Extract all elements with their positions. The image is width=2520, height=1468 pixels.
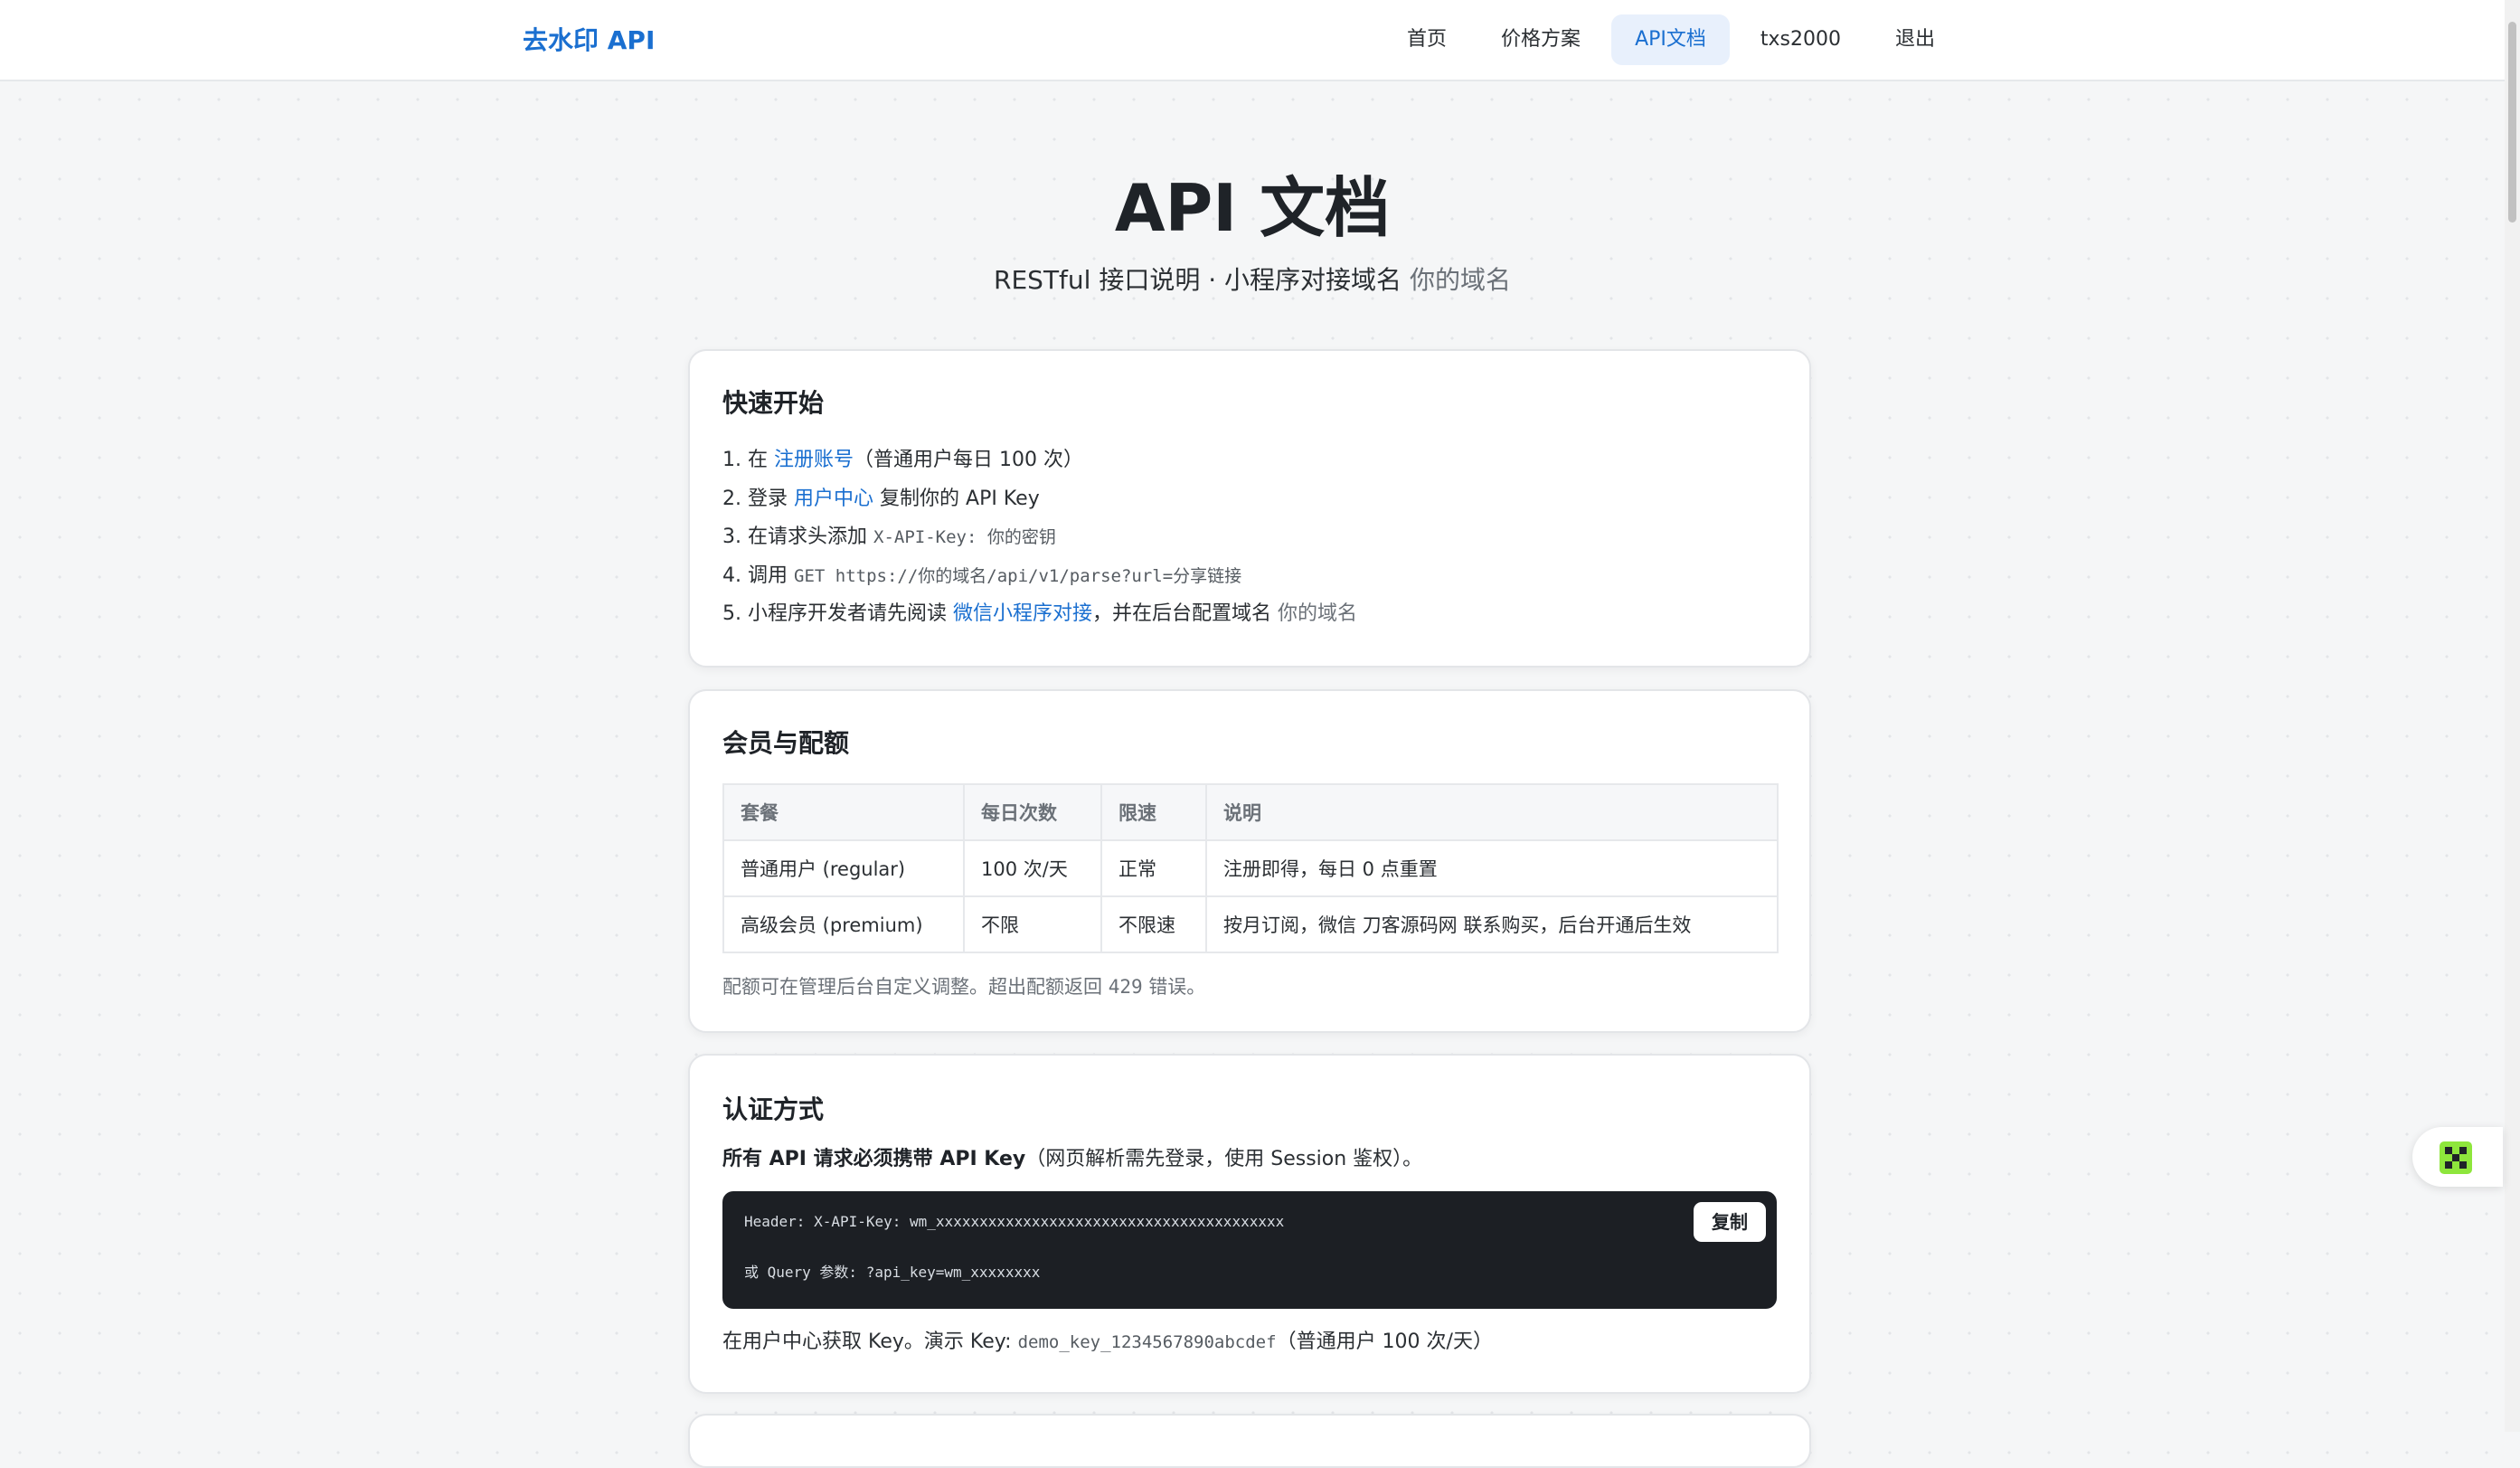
- table-cell: 按月订阅，微信 刀客源码网 联系购买，后台开通后生效: [1205, 895, 1779, 953]
- auth-card: 认证方式 所有 API 请求必须携带 API Key（网页解析需先登录，使用 S…: [688, 1054, 1811, 1394]
- wechat-miniprogram-link[interactable]: 微信小程序对接: [953, 602, 1092, 625]
- nav-pricing[interactable]: 价格方案: [1477, 14, 1604, 65]
- col-daily-count: 每日次数: [963, 783, 1102, 841]
- nav-links: 首页 价格方案 API文档 txs2000 退出: [1383, 14, 1958, 65]
- table-cell: 注册即得，每日 0 点重置: [1205, 839, 1779, 897]
- auth-heading: 认证方式: [722, 1094, 825, 1124]
- auth-description: 所有 API 请求必须携带 API Key（网页解析需先登录，使用 Sessio…: [722, 1148, 1423, 1170]
- table-cell: 高级会员 (premium): [722, 895, 965, 953]
- nav-logout[interactable]: 退出: [1872, 14, 1958, 65]
- table-cell: 100 次/天: [963, 839, 1102, 897]
- table-cell: 不限: [963, 895, 1102, 953]
- parse-endpoint-code: GET https://你的域名/api/v1/parse?url=分享链接: [794, 565, 1242, 586]
- brand-logo[interactable]: 去水印 API: [523, 25, 655, 56]
- page-subtitle: RESTful 接口说明 · 小程序对接域名 你的域名: [0, 262, 2505, 298]
- key-info: 在用户中心获取 Key。演示 Key: demo_key_1234567890a…: [722, 1331, 1493, 1353]
- col-plan: 套餐: [722, 783, 965, 841]
- page-title: API 文档: [1114, 170, 1391, 246]
- table-row: 高级会员 (premium) 不限 不限速 按月订阅，微信 刀客源码网 联系购买…: [722, 895, 1779, 953]
- qr-grid-icon: [2440, 1141, 2472, 1174]
- membership-card: 会员与配额 套餐 每日次数 限速 说明 普通用户 (regular) 100 次…: [688, 689, 1811, 1033]
- floating-widget-button[interactable]: [2412, 1127, 2503, 1187]
- quickstart-steps: 1. 在 注册账号（普通用户每日 100 次） 2. 登录 用户中心 复制你的 …: [722, 441, 1777, 634]
- next-section-card: [688, 1414, 1811, 1468]
- nav-api-docs[interactable]: API文档: [1611, 14, 1730, 65]
- membership-heading: 会员与配额: [722, 728, 850, 758]
- step-3: 3. 在请求头添加 X-API-Key: 你的密钥: [722, 526, 1056, 549]
- vertical-scrollbar[interactable]: [2505, 0, 2520, 1432]
- user-center-link[interactable]: 用户中心: [794, 488, 873, 510]
- subtitle-domain: 你的域名: [1409, 265, 1511, 295]
- scrollbar-thumb[interactable]: [2508, 22, 2516, 223]
- quickstart-card: 快速开始 1. 在 注册账号（普通用户每日 100 次） 2. 登录 用户中心 …: [688, 349, 1811, 668]
- register-link[interactable]: 注册账号: [774, 449, 854, 471]
- domain-placeholder: 你的域名: [1278, 602, 1358, 626]
- col-description: 说明: [1205, 783, 1779, 841]
- subtitle-text: RESTful 接口说明 · 小程序对接域名: [994, 265, 1402, 295]
- nav-home[interactable]: 首页: [1383, 14, 1470, 65]
- step-1: 1. 在 注册账号（普通用户每日 100 次）: [722, 449, 1084, 471]
- table-cell: 不限速: [1100, 895, 1207, 953]
- auth-code-block: Header: X-API-Key: wm_xxxxxxxxxxxxxxxxxx…: [722, 1191, 1777, 1309]
- table-header-row: 套餐 每日次数 限速 说明: [722, 783, 1779, 841]
- quota-note: 配额可在管理后台自定义调整。超出配额返回 429 错误。: [722, 976, 1206, 998]
- step-2: 2. 登录 用户中心 复制你的 API Key: [722, 487, 1040, 510]
- quickstart-heading: 快速开始: [722, 388, 825, 418]
- error-code: 429: [1108, 976, 1143, 998]
- top-nav: 去水印 API 首页 价格方案 API文档 txs2000 退出: [0, 0, 2505, 81]
- table-row: 普通用户 (regular) 100 次/天 正常 注册即得，每日 0 点重置: [722, 839, 1779, 897]
- api-key-header-code: X-API-Key: 你的密钥: [873, 527, 1056, 548]
- copy-button[interactable]: 复制: [1694, 1202, 1766, 1242]
- table-cell: 正常: [1100, 839, 1207, 897]
- step-4: 4. 调用 GET https://你的域名/api/v1/parse?url=…: [722, 564, 1242, 587]
- membership-table: 套餐 每日次数 限速 说明 普通用户 (regular) 100 次/天 正常 …: [722, 783, 1779, 953]
- table-cell: 普通用户 (regular): [722, 839, 965, 897]
- demo-key-code: demo_key_1234567890abcdef: [1017, 1332, 1277, 1352]
- step-5: 5. 小程序开发者请先阅读 微信小程序对接，并在后台配置域名 你的域名: [722, 602, 1358, 626]
- col-rate-limit: 限速: [1100, 783, 1207, 841]
- code-line-query: 或 Query 参数: ?api_key=wm_xxxxxxxx: [744, 1264, 1041, 1281]
- nav-username[interactable]: txs2000: [1737, 14, 1864, 65]
- code-line-header: Header: X-API-Key: wm_xxxxxxxxxxxxxxxxxx…: [744, 1213, 1285, 1230]
